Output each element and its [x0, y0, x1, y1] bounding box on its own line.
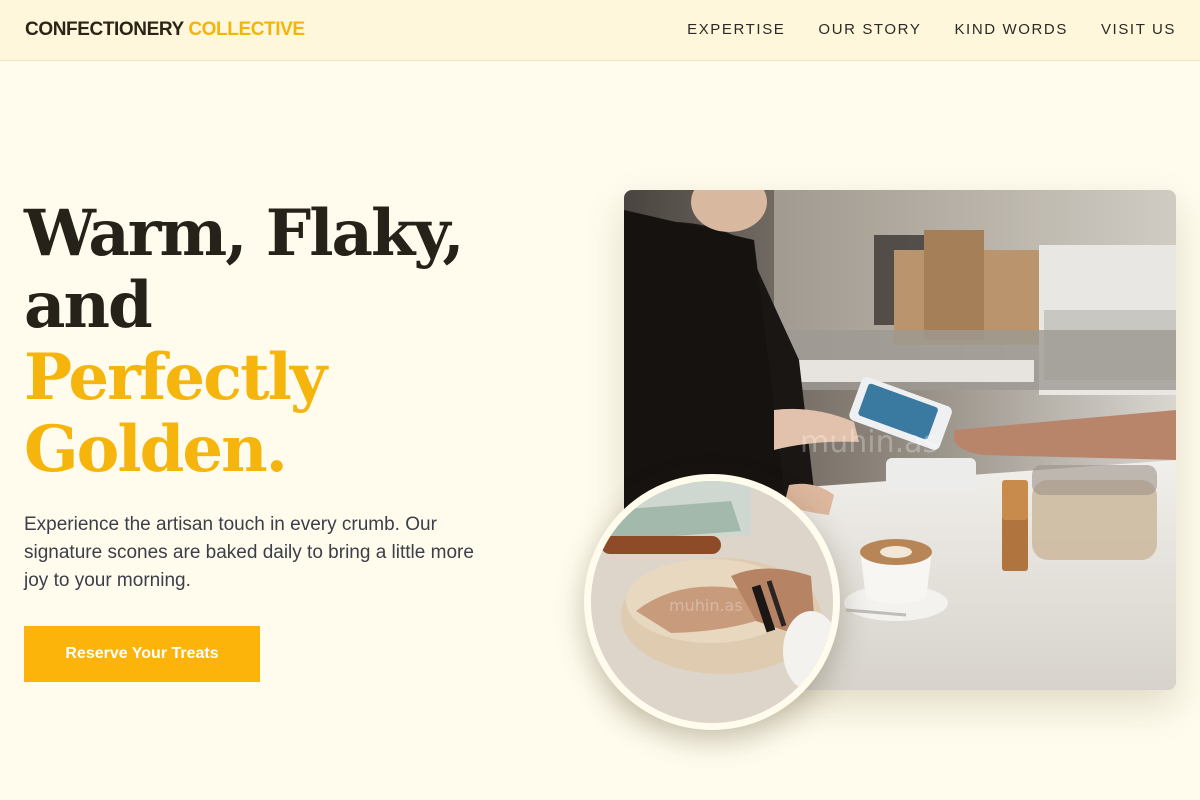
photo-watermark: muhin.as: [800, 425, 938, 460]
site-header: CONFECTIONERY COLLECTIVE EXPERTISE OUR S…: [0, 0, 1200, 61]
brand-name-accent: COLLECTIVE: [188, 19, 305, 40]
brand-logo[interactable]: CONFECTIONERY COLLECTIVE: [25, 19, 305, 41]
dough-kneading-photo: muhin.as: [584, 474, 840, 730]
main-nav: EXPERTISE OUR STORY KIND WORDS VISIT US: [687, 21, 1176, 38]
headline-line-2: and: [24, 268, 153, 343]
headline-line-1: Warm, Flaky,: [24, 196, 465, 271]
headline-line-4: Golden.: [24, 412, 288, 487]
nav-link-kind-words[interactable]: KIND WORDS: [954, 21, 1068, 38]
reserve-treats-button[interactable]: Reserve Your Treats: [24, 626, 260, 682]
nav-link-our-story[interactable]: OUR STORY: [818, 21, 921, 38]
brand-name-primary: CONFECTIONERY: [25, 19, 184, 40]
headline-line-3: Perfectly: [24, 340, 327, 415]
hero-headline: Warm, Flaky, and Perfectly Golden.: [24, 198, 584, 486]
hero-description: Experience the artisan touch in every cr…: [24, 514, 474, 591]
nav-link-visit-us[interactable]: VISIT US: [1101, 21, 1176, 38]
nav-link-expertise[interactable]: EXPERTISE: [687, 21, 785, 38]
svg-text:muhin.as: muhin.as: [669, 596, 743, 615]
